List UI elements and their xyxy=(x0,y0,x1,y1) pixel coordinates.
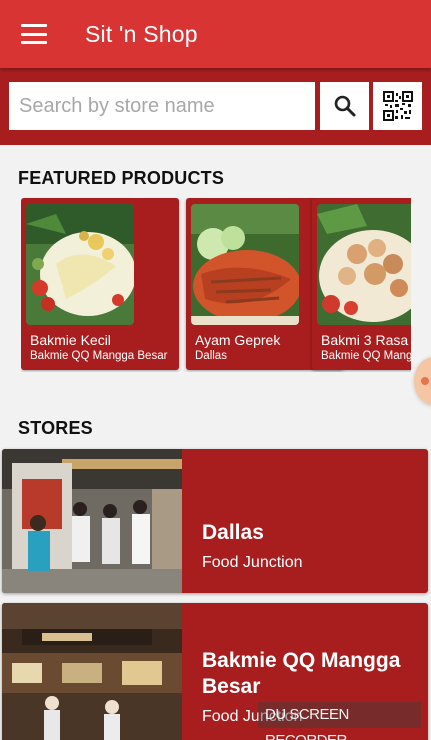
store-card[interactable]: Dallas Food Junction xyxy=(2,449,428,593)
store-location: Food Junction xyxy=(202,554,303,571)
featured-products-carousel[interactable]: Bakmie Kecil Bakmie QQ Mangga Besar Ayam… xyxy=(21,198,411,372)
product-name: Bakmi 3 Rasa xyxy=(321,332,409,348)
app-screen: Sit 'n Shop Search by store name FEATURE… xyxy=(0,0,431,740)
floating-button[interactable] xyxy=(414,357,431,405)
stores-heading: STORES xyxy=(18,418,93,438)
product-image xyxy=(26,204,134,325)
search-bar xyxy=(0,68,431,145)
qr-scan-button[interactable] xyxy=(373,82,422,130)
product-image xyxy=(191,204,299,325)
qr-code-icon xyxy=(382,91,413,121)
store-image xyxy=(2,449,182,593)
store-name: Dallas xyxy=(202,521,264,544)
store-name: Bakmie QQ Mangga Besar xyxy=(202,649,401,698)
product-image xyxy=(317,204,411,325)
hamburger-menu-icon[interactable] xyxy=(21,24,47,44)
product-card[interactable]: Bakmie Kecil Bakmie QQ Mangga Besar xyxy=(21,198,179,370)
app-bar: Sit 'n Shop xyxy=(0,0,431,68)
product-card[interactable]: Bakmi 3 Rasa Bakmie QQ Mangga Besar xyxy=(312,198,411,370)
product-name: Bakmie Kecil xyxy=(30,332,111,348)
search-input[interactable] xyxy=(9,82,315,130)
featured-products-heading: FEATURED PRODUCTS xyxy=(18,168,225,188)
product-store: Dallas xyxy=(195,350,227,362)
app-title: Sit 'n Shop xyxy=(85,20,198,47)
store-image xyxy=(2,603,182,740)
product-name: Ayam Geprek xyxy=(195,332,281,348)
search-button[interactable] xyxy=(320,82,369,130)
product-store: Bakmie QQ Mangga Besar xyxy=(321,350,411,362)
search-icon xyxy=(334,95,355,117)
product-store: Bakmie QQ Mangga Besar xyxy=(30,350,168,362)
screen-recorder-watermark: DU SCREEN RECORDER xyxy=(258,702,421,740)
